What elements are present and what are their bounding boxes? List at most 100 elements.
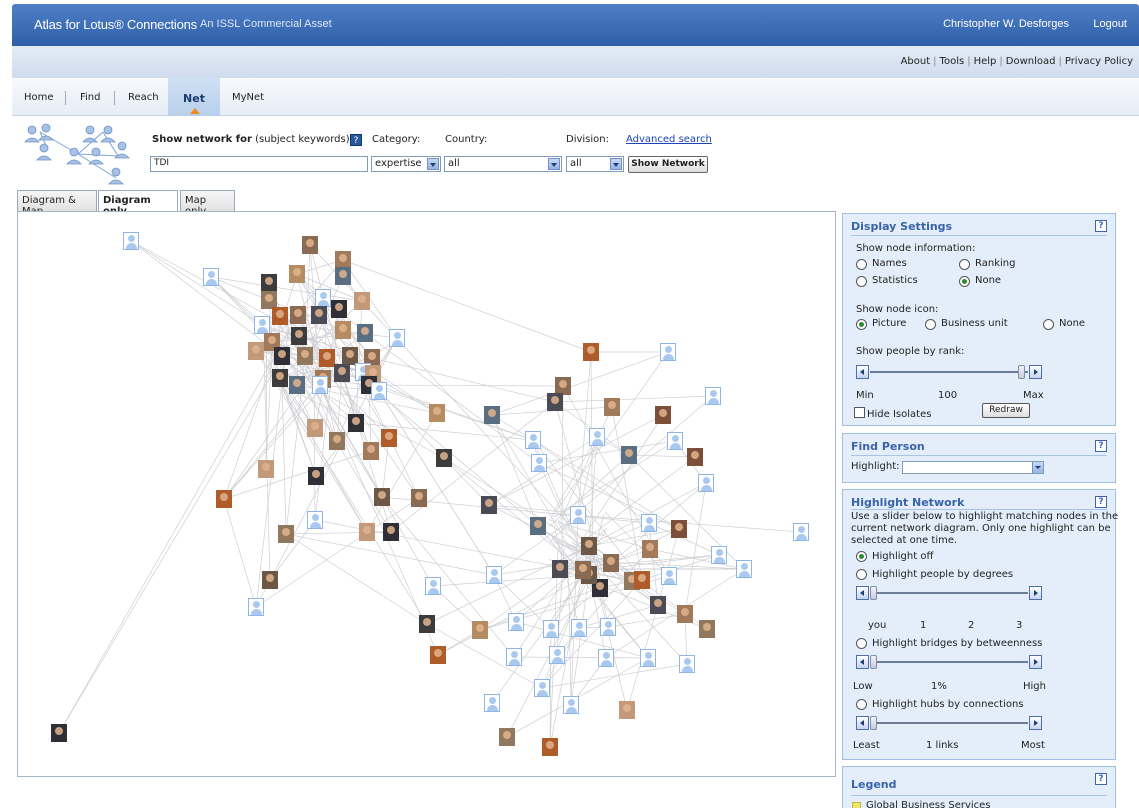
person-placeholder-icon[interactable] bbox=[254, 316, 270, 334]
display-settings-help-icon[interactable]: ? bbox=[1095, 220, 1107, 232]
person-placeholder-icon[interactable] bbox=[640, 649, 656, 667]
person-placeholder-icon[interactable] bbox=[570, 506, 586, 524]
person-photo-node[interactable] bbox=[354, 292, 370, 310]
person-photo-node[interactable] bbox=[699, 620, 715, 638]
tab-reach[interactable]: Reach bbox=[128, 92, 159, 103]
person-placeholder-icon[interactable] bbox=[589, 428, 605, 446]
person-placeholder-icon[interactable] bbox=[506, 648, 522, 666]
person-photo-node[interactable] bbox=[634, 571, 650, 589]
person-placeholder-icon[interactable] bbox=[203, 268, 219, 286]
slider-thumb[interactable] bbox=[1018, 365, 1025, 379]
person-placeholder-icon[interactable] bbox=[660, 343, 676, 361]
person-placeholder-icon[interactable] bbox=[549, 646, 565, 664]
person-photo-node[interactable] bbox=[419, 615, 435, 633]
find-person-help-icon[interactable]: ? bbox=[1095, 440, 1107, 452]
icon-none-radio[interactable] bbox=[1043, 319, 1054, 330]
person-photo-node[interactable] bbox=[575, 561, 591, 579]
person-photo-node[interactable] bbox=[334, 364, 350, 382]
person-photo-node[interactable] bbox=[272, 369, 288, 387]
person-placeholder-icon[interactable] bbox=[534, 679, 550, 697]
subject-keywords-input[interactable]: TDI bbox=[150, 156, 368, 172]
slider-right-arrow-icon[interactable] bbox=[1029, 716, 1042, 730]
person-photo-node[interactable] bbox=[677, 605, 693, 623]
person-placeholder-icon[interactable] bbox=[123, 232, 139, 250]
person-photo-node[interactable] bbox=[642, 540, 658, 558]
person-placeholder-icon[interactable] bbox=[484, 694, 500, 712]
person-photo-node[interactable] bbox=[297, 347, 313, 365]
legend-help-icon[interactable]: ? bbox=[1095, 773, 1107, 785]
slider-right-arrow-icon[interactable] bbox=[1029, 365, 1042, 379]
person-photo-node[interactable] bbox=[650, 596, 666, 614]
person-photo-node[interactable] bbox=[430, 646, 446, 664]
tab-net[interactable]: Net bbox=[168, 78, 220, 116]
person-photo-node[interactable] bbox=[429, 404, 445, 422]
slider-left-arrow-icon[interactable] bbox=[856, 716, 869, 730]
person-photo-node[interactable] bbox=[671, 520, 687, 538]
person-photo-node[interactable] bbox=[619, 701, 635, 719]
slider-thumb[interactable] bbox=[870, 716, 877, 730]
person-photo-node[interactable] bbox=[302, 236, 318, 254]
person-photo-node[interactable] bbox=[472, 621, 488, 639]
slider-left-arrow-icon[interactable] bbox=[856, 586, 869, 600]
tab-home[interactable]: Home bbox=[24, 92, 54, 103]
person-photo-node[interactable] bbox=[603, 554, 619, 572]
network-diagram[interactable] bbox=[17, 211, 836, 777]
person-placeholder-icon[interactable] bbox=[525, 431, 541, 449]
person-placeholder-icon[interactable] bbox=[389, 329, 405, 347]
person-photo-node[interactable] bbox=[484, 406, 500, 424]
slider-thumb[interactable] bbox=[870, 586, 877, 600]
person-photo-node[interactable] bbox=[604, 398, 620, 416]
person-placeholder-icon[interactable] bbox=[598, 649, 614, 667]
person-photo-node[interactable] bbox=[261, 274, 277, 292]
person-photo-node[interactable] bbox=[308, 467, 324, 485]
person-placeholder-icon[interactable] bbox=[705, 387, 721, 405]
connections-slider[interactable] bbox=[856, 716, 1042, 730]
betweenness-slider[interactable] bbox=[856, 655, 1042, 669]
person-photo-node[interactable] bbox=[383, 523, 399, 541]
person-placeholder-icon[interactable] bbox=[736, 560, 752, 578]
none-info-radio[interactable] bbox=[959, 276, 970, 287]
person-photo-node[interactable] bbox=[258, 460, 274, 478]
person-photo-node[interactable] bbox=[331, 300, 347, 318]
person-photo-node[interactable] bbox=[272, 307, 288, 325]
person-photo-node[interactable] bbox=[274, 347, 290, 365]
person-placeholder-icon[interactable] bbox=[571, 619, 587, 637]
highlight-off-radio[interactable] bbox=[856, 551, 867, 562]
names-radio[interactable] bbox=[856, 259, 867, 270]
person-photo-node[interactable] bbox=[655, 406, 671, 424]
ranking-radio[interactable] bbox=[959, 259, 970, 270]
person-placeholder-icon[interactable] bbox=[698, 474, 714, 492]
person-placeholder-icon[interactable] bbox=[793, 523, 809, 541]
tab-mynet[interactable]: MyNet bbox=[232, 92, 264, 103]
person-photo-node[interactable] bbox=[262, 571, 278, 589]
person-photo-node[interactable] bbox=[436, 449, 452, 467]
tools-link[interactable]: Tools bbox=[940, 56, 965, 67]
person-placeholder-icon[interactable] bbox=[661, 567, 677, 585]
person-photo-node[interactable] bbox=[542, 738, 558, 756]
person-photo-node[interactable] bbox=[311, 306, 327, 324]
highlight-network-help-icon[interactable]: ? bbox=[1095, 496, 1107, 508]
person-photo-node[interactable] bbox=[307, 419, 323, 437]
person-placeholder-icon[interactable] bbox=[667, 432, 683, 450]
person-placeholder-icon[interactable] bbox=[371, 382, 387, 400]
person-photo-node[interactable] bbox=[530, 517, 546, 535]
show-network-button[interactable]: Show Network bbox=[628, 156, 708, 173]
person-placeholder-icon[interactable] bbox=[486, 566, 502, 584]
user-name[interactable]: Christopher W. Desforges bbox=[943, 18, 1069, 30]
redraw-button[interactable]: Redraw bbox=[982, 403, 1030, 418]
person-photo-node[interactable] bbox=[248, 342, 264, 360]
person-placeholder-icon[interactable] bbox=[641, 514, 657, 532]
highlight-person-select[interactable] bbox=[902, 461, 1044, 474]
person-photo-node[interactable] bbox=[381, 429, 397, 447]
slider-left-arrow-icon[interactable] bbox=[856, 365, 869, 379]
person-photo-node[interactable] bbox=[357, 324, 373, 342]
tab-map-only[interactable]: Map only bbox=[180, 190, 235, 217]
category-select[interactable]: expertise bbox=[371, 156, 441, 172]
slider-left-arrow-icon[interactable] bbox=[856, 655, 869, 669]
person-photo-node[interactable] bbox=[278, 525, 294, 543]
slider-right-arrow-icon[interactable] bbox=[1029, 655, 1042, 669]
person-photo-node[interactable] bbox=[335, 321, 351, 339]
tab-diagram-and-map[interactable]: Diagram & Map bbox=[17, 190, 97, 217]
person-photo-node[interactable] bbox=[547, 393, 563, 411]
person-placeholder-icon[interactable] bbox=[315, 289, 331, 307]
